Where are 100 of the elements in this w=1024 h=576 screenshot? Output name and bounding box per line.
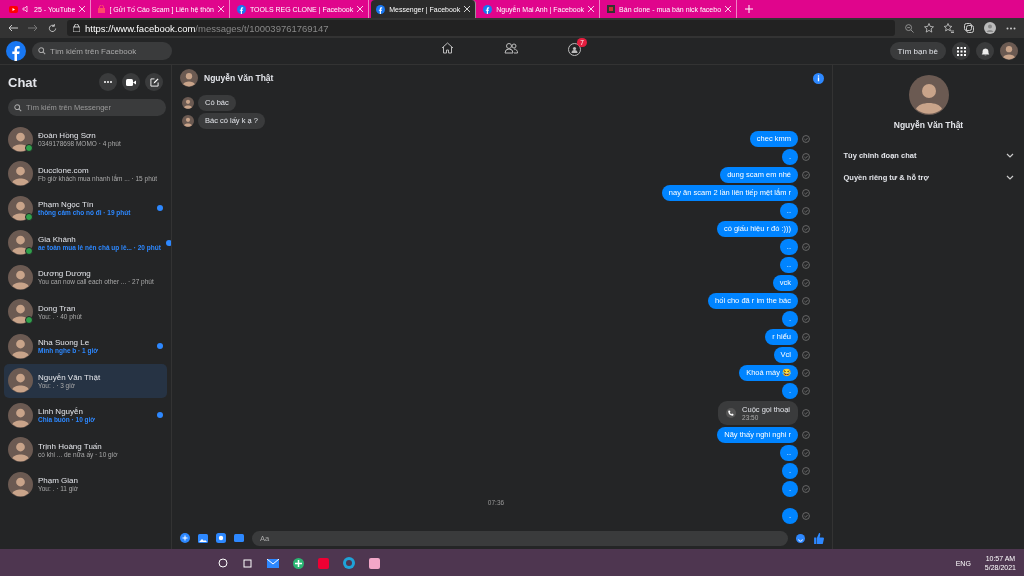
avatar xyxy=(8,126,33,152)
image-icon[interactable] xyxy=(198,533,208,543)
plus-icon[interactable] xyxy=(180,533,190,543)
avatar xyxy=(8,161,33,187)
read-receipt-icon xyxy=(802,467,810,475)
sticker-icon[interactable] xyxy=(216,533,226,543)
contact-name: Nguyễn Văn Thật xyxy=(893,120,964,130)
search-icon[interactable] xyxy=(218,558,228,568)
zoom-out-icon[interactable] xyxy=(905,23,914,33)
friends-icon[interactable] xyxy=(503,42,518,54)
notifications-button[interactable] xyxy=(976,42,994,60)
read-receipt-icon xyxy=(802,171,810,179)
read-receipt-icon xyxy=(802,189,810,197)
unread-dot xyxy=(157,205,163,212)
contact-name: Linh Nguyễn xyxy=(38,407,84,417)
read-receipt-icon xyxy=(802,225,810,233)
video-play-icon xyxy=(9,5,18,13)
avatar xyxy=(180,69,198,87)
search-icon xyxy=(38,47,46,55)
home-icon[interactable] xyxy=(440,42,454,54)
info-icon[interactable] xyxy=(813,72,824,84)
contact-name: Dương Dương xyxy=(38,269,92,279)
unread-dot xyxy=(165,239,171,246)
read-receipt-icon xyxy=(802,369,810,377)
groups-icon[interactable] xyxy=(567,43,581,56)
profile-icon[interactable] xyxy=(984,22,996,34)
read-receipt-icon xyxy=(802,449,810,457)
more-icon[interactable] xyxy=(1006,26,1016,30)
avatar xyxy=(8,195,33,221)
avatar xyxy=(8,230,33,256)
facebook-logo-icon xyxy=(483,4,493,14)
read-receipt-icon xyxy=(802,135,810,143)
close-icon[interactable] xyxy=(464,6,471,12)
contact-name: Ducclone.com xyxy=(38,165,90,175)
compose-icon xyxy=(149,77,159,87)
avatar xyxy=(8,402,33,428)
star-icon[interactable] xyxy=(924,23,934,33)
mail-icon[interactable] xyxy=(267,558,279,568)
contact-name: Trịnh Hoàng Tuấn xyxy=(38,441,103,451)
avatar xyxy=(8,368,33,394)
collections-icon[interactable] xyxy=(964,23,974,33)
back-icon[interactable] xyxy=(8,24,18,32)
task-view-icon[interactable] xyxy=(242,558,253,568)
read-receipt-icon xyxy=(802,387,810,395)
read-receipt-icon xyxy=(802,297,810,305)
search-icon xyxy=(14,103,22,112)
read-receipt-icon xyxy=(802,153,810,161)
video-camera-icon xyxy=(126,78,136,86)
facebook-logo-icon xyxy=(376,4,386,14)
favorites-icon[interactable] xyxy=(944,23,954,33)
avatar xyxy=(8,264,33,290)
avatar xyxy=(8,437,33,463)
chat-heading: Chat xyxy=(8,74,38,90)
forward-icon[interactable] xyxy=(28,24,38,32)
reload-icon[interactable] xyxy=(48,23,57,33)
new-tab-icon[interactable] xyxy=(745,5,754,13)
read-receipt-icon xyxy=(802,279,810,287)
avatar xyxy=(8,471,33,497)
site-icon xyxy=(607,5,616,13)
contact-name: Gia Khánh xyxy=(38,234,77,244)
avatar xyxy=(908,75,949,115)
browser-icon[interactable] xyxy=(343,557,355,569)
contact-name: Phạm Gian xyxy=(38,476,80,486)
address-bar[interactable]: https://www.facebook.com/messages/t/100039761769147 xyxy=(67,20,895,36)
facebook-logo-icon xyxy=(236,4,246,14)
bell-icon xyxy=(980,46,990,56)
avatar xyxy=(8,299,33,325)
read-receipt-icon xyxy=(802,351,810,359)
emoji-icon[interactable] xyxy=(796,533,805,543)
read-receipt-icon xyxy=(802,485,810,493)
contact-name: Dong Tran xyxy=(38,303,77,313)
read-receipt-icon xyxy=(802,431,810,439)
search-field[interactable]: Tìm kiếm trên Facebook xyxy=(32,42,172,60)
chevron-down-icon xyxy=(1005,152,1014,158)
thumbs-up-icon[interactable] xyxy=(813,532,824,544)
read-receipt-icon xyxy=(802,243,810,251)
contact-name: Phạm Ngọc Tín xyxy=(38,200,95,210)
avatar xyxy=(182,97,194,109)
read-receipt-icon xyxy=(802,261,810,269)
menu-button[interactable] xyxy=(952,42,970,60)
contact-name: Nguyễn Văn Thật xyxy=(204,73,274,83)
read-receipt-icon xyxy=(802,333,810,341)
grid-icon xyxy=(956,46,966,56)
avatar xyxy=(1000,42,1018,60)
video-call-button[interactable] xyxy=(122,73,140,91)
contact-name: Nguyễn Văn Thật xyxy=(38,372,102,382)
lock-icon xyxy=(98,5,106,13)
phone-icon xyxy=(726,408,737,418)
read-receipt-icon xyxy=(802,409,810,417)
unread-dot xyxy=(157,412,163,419)
read-receipt-icon xyxy=(802,207,810,215)
read-receipt-icon xyxy=(802,315,810,323)
find-friends-button[interactable]: Tìm bạn bè xyxy=(889,42,946,60)
app-icon[interactable] xyxy=(293,557,304,569)
compose-button[interactable] xyxy=(145,73,163,91)
contact-name: Nha Suong Le xyxy=(38,338,91,348)
app-icon[interactable] xyxy=(369,557,380,569)
avatar xyxy=(182,115,194,127)
more-button[interactable] xyxy=(99,73,117,91)
facebook-logo-icon xyxy=(6,41,26,61)
